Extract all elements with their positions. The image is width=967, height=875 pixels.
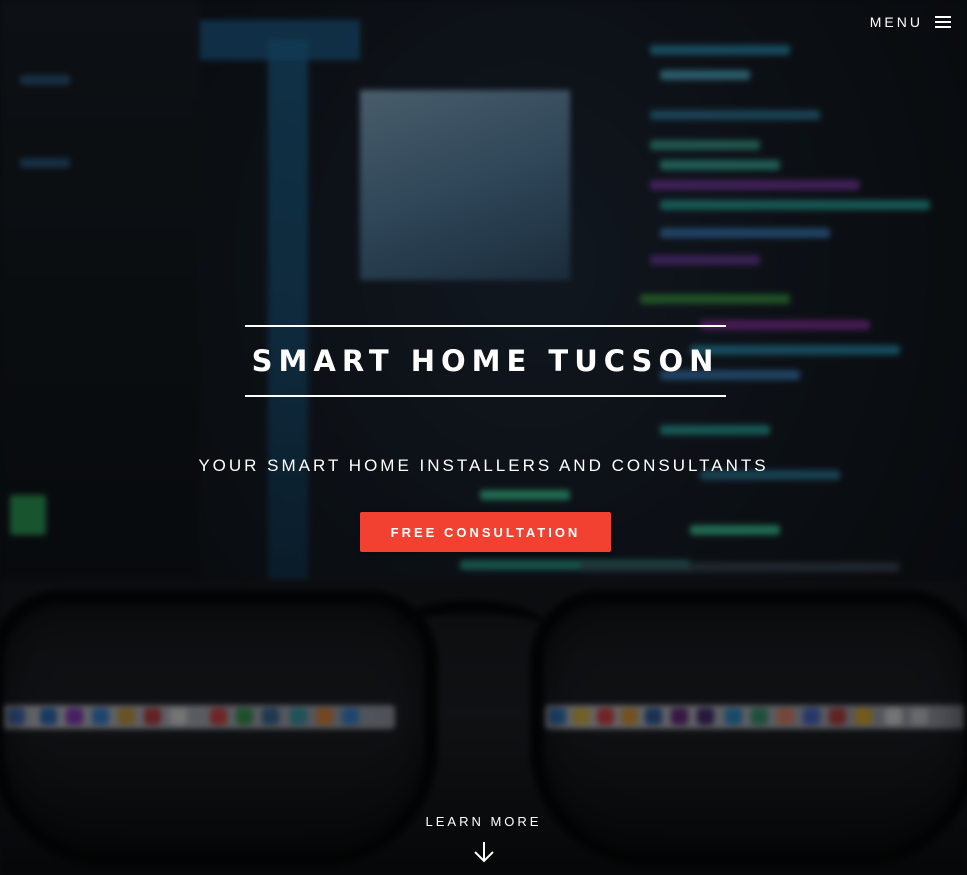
learn-more-link[interactable]: LEARN MORE [0, 814, 967, 863]
menu-label: MENU [869, 14, 923, 30]
arrow-down-icon [473, 842, 494, 863]
menu-toggle-button[interactable]: MENU [870, 14, 951, 30]
hero-page: MENU SMART HOME TUCSON YOUR SMART HOME I… [0, 0, 967, 875]
learn-more-label: LEARN MORE [425, 814, 542, 829]
free-consultation-button[interactable]: FREE CONSULTATION [360, 512, 611, 552]
site-title-frame: SMART HOME TUCSON [245, 325, 726, 397]
hamburger-icon [935, 15, 951, 29]
site-title: SMART HOME TUCSON [251, 344, 720, 378]
hero-tagline: YOUR SMART HOME INSTALLERS AND CONSULTAN… [198, 456, 769, 475]
hero-overlay [0, 0, 967, 875]
